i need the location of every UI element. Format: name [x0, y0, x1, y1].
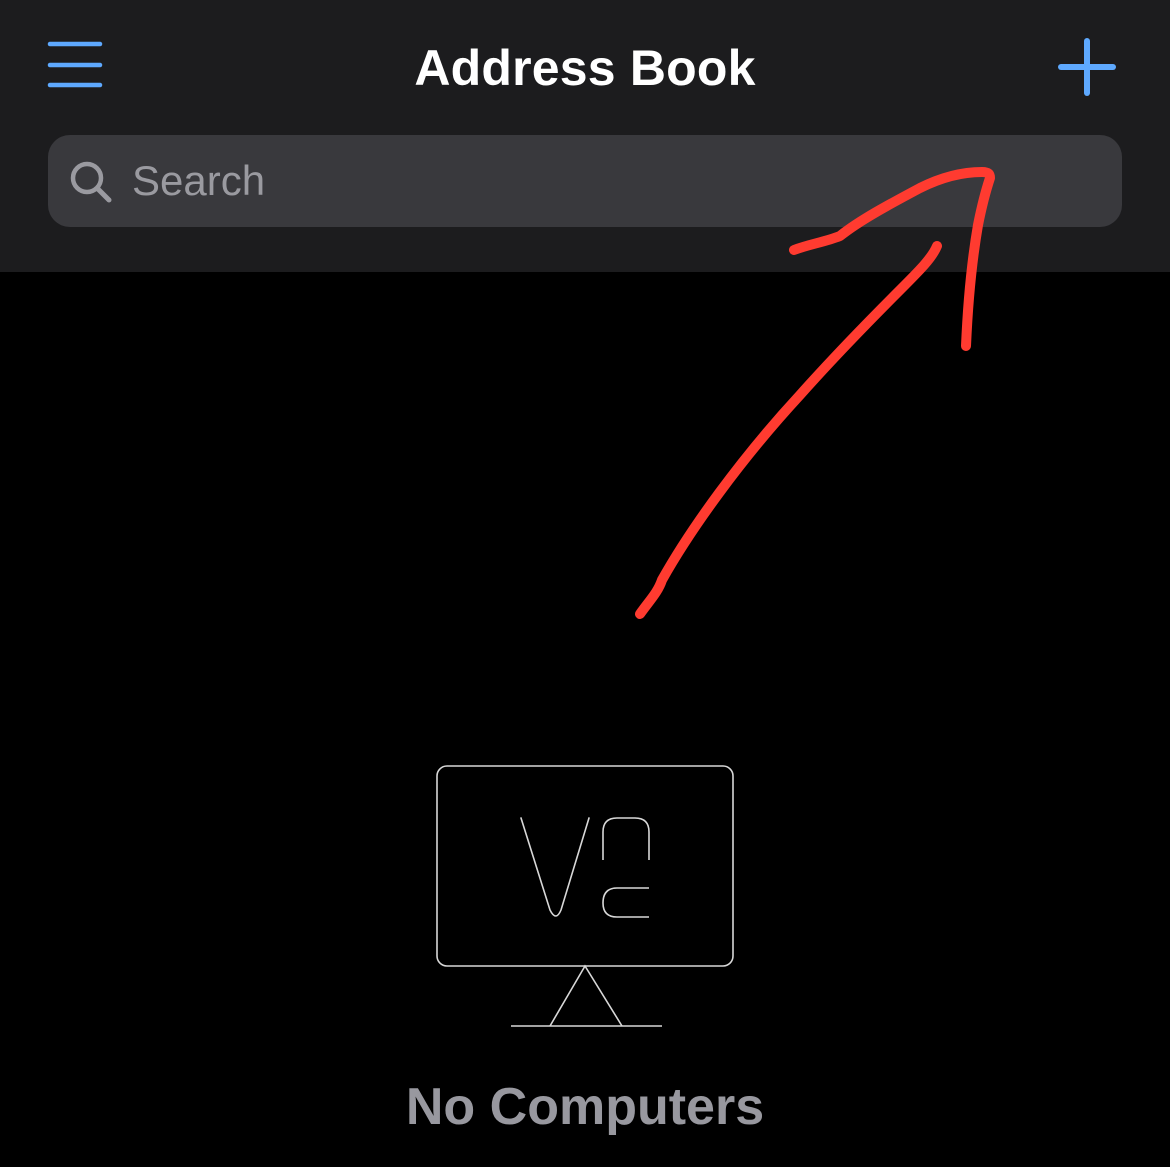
page-title: Address Book [414, 40, 756, 96]
search-input[interactable] [132, 135, 1092, 227]
search-bar[interactable] [48, 135, 1122, 227]
empty-state-label: No Computers [405, 1078, 765, 1136]
address-book-screen: Address Book No Computers [0, 0, 1170, 1167]
plus-icon [1058, 38, 1116, 96]
magnifying-glass-icon [70, 161, 112, 203]
vnc-computer-icon [436, 765, 734, 1027]
navigation-bar: Address Book [0, 0, 1170, 272]
add-computer-button[interactable] [1056, 36, 1118, 98]
empty-state: No Computers [0, 760, 1170, 1167]
